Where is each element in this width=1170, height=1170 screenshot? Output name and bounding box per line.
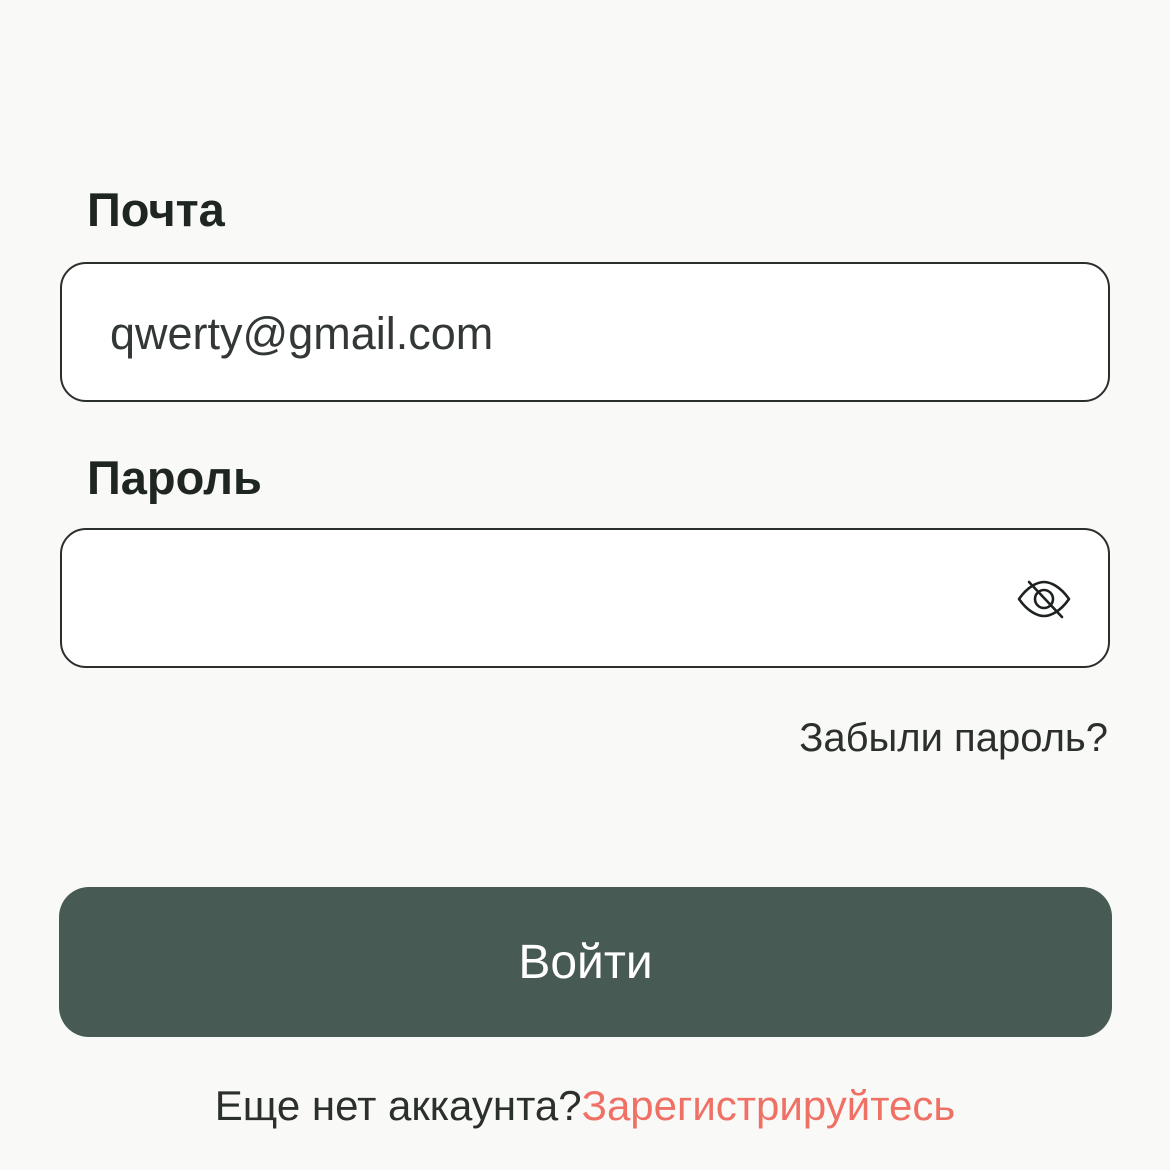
no-account-text: Еще нет аккаунта? — [214, 1082, 582, 1129]
login-button[interactable]: Войти — [59, 887, 1112, 1037]
password-field[interactable] — [60, 528, 1110, 668]
eye-off-icon[interactable] — [1016, 576, 1072, 622]
signup-link[interactable]: Зарегистрируйтесь — [582, 1082, 956, 1129]
email-field[interactable]: qwerty@gmail.com — [60, 262, 1110, 402]
signup-prompt: Еще нет аккаунта?Зарегистрируйтесь — [0, 1085, 1170, 1127]
forgot-password-link[interactable]: Забыли пароль? — [799, 718, 1108, 758]
password-label: Пароль — [87, 451, 262, 504]
email-value[interactable]: qwerty@gmail.com — [110, 311, 493, 356]
email-label: Почта — [87, 183, 225, 236]
